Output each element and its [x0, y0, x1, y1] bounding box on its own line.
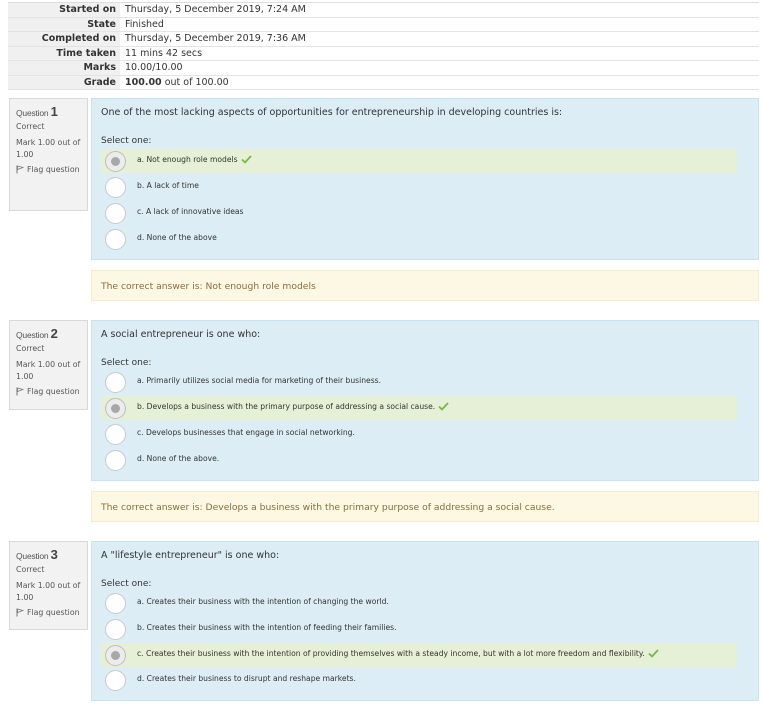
summary-value: 100.00 out of 100.00: [120, 74, 759, 90]
answer-label: d. None of the above: [137, 233, 217, 242]
question-text: A social entrepreneur is one who:: [101, 329, 261, 340]
answer-option[interactable]: b. Develops a business with the primary …: [101, 396, 737, 420]
flag-question-link[interactable]: Flag question: [16, 608, 81, 617]
answer-radio-checked[interactable]: [105, 150, 126, 172]
answer-option[interactable]: b. Creates their business with the inten…: [101, 617, 737, 641]
summary-label: Completed on: [8, 31, 120, 46]
answer-radio[interactable]: [105, 449, 126, 471]
question-2-content: A social entrepreneur is one who: Select…: [91, 320, 759, 481]
answer-option[interactable]: c. A lack of innovative ideas: [101, 201, 737, 225]
summary-row: Time taken 11 mins 42 secs: [8, 45, 759, 61]
answer-option[interactable]: c. Develops businesses that engage in so…: [101, 422, 737, 446]
question-1-info: Question 1 Correct Mark 1.00 out of 1.00…: [9, 98, 88, 211]
summary-label: Marks: [8, 60, 120, 75]
answer-radio[interactable]: [105, 371, 126, 393]
grade-max: out of 100.00: [161, 76, 229, 88]
grade-value: 100.00: [125, 76, 162, 88]
question-number: Question 3: [16, 547, 58, 562]
correct-answer-text: The correct answer is: Not enough role m…: [101, 281, 316, 292]
answer-label: d. None of the above.: [137, 454, 220, 463]
summary-row: State Finished: [8, 16, 759, 32]
flag-icon: [16, 387, 24, 396]
summary-value: 11 mins 42 secs: [120, 45, 759, 61]
answer-radio[interactable]: [105, 669, 126, 691]
summary-label: State: [8, 16, 120, 32]
question-text: One of the most lacking aspects of oppor…: [101, 107, 563, 118]
answer-radio[interactable]: [105, 176, 126, 198]
answer-radio-checked[interactable]: [105, 644, 126, 666]
answer-option[interactable]: c. Creates their business with the inten…: [101, 643, 737, 667]
answer-option[interactable]: b. A lack of time: [101, 175, 737, 199]
correct-answer-text: The correct answer is: Develops a busine…: [101, 502, 555, 513]
question-text: A "lifestyle entrepreneur" is one who:: [101, 550, 280, 561]
answer-label: c. A lack of innovative ideas: [137, 207, 244, 216]
question-1-feedback: The correct answer is: Not enough role m…: [91, 270, 759, 301]
checkmark-icon: [648, 649, 659, 658]
question-state: Correct: [16, 565, 45, 574]
summary-label: Time taken: [8, 45, 120, 61]
question-number: Question 2: [16, 326, 58, 341]
question-2-feedback: The correct answer is: Develops a busine…: [91, 491, 759, 522]
question-state: Correct: [16, 122, 45, 131]
select-one-prompt: Select one:: [101, 358, 152, 368]
summary-value: 10.00/10.00: [120, 60, 759, 75]
answer-label: c. Creates their business with the inten…: [137, 649, 645, 658]
answer-option[interactable]: a. Not enough role models: [101, 149, 737, 173]
answer-radio[interactable]: [105, 618, 126, 640]
flag-question-link[interactable]: Flag question: [16, 165, 81, 174]
question-mark: Mark 1.00 out of 1.00: [16, 360, 81, 381]
flag-icon: [16, 608, 24, 617]
answer-label: a. Not enough role models: [137, 155, 238, 164]
answer-label: b. Develops a business with the primary …: [137, 402, 436, 411]
summary-row: Completed on Thursday, 5 December 2019, 7…: [8, 31, 759, 46]
answer-option[interactable]: d. Creates their business to disrupt and…: [101, 668, 737, 692]
answer-radio[interactable]: [105, 228, 126, 250]
select-one-prompt: Select one:: [101, 136, 152, 146]
answer-radio[interactable]: [105, 202, 126, 224]
answer-label: a. Creates their business with the inten…: [137, 597, 389, 606]
summary-label: Grade: [8, 74, 120, 90]
question-3-content: A "lifestyle entrepreneur" is one who: S…: [91, 541, 759, 701]
question-1-content: One of the most lacking aspects of oppor…: [91, 98, 759, 260]
question-3-info: Question 3 Correct Mark 1.00 out of 1.00…: [9, 541, 88, 630]
answer-radio-checked[interactable]: [105, 397, 126, 419]
summary-value: Thursday, 5 December 2019, 7:36 AM: [120, 31, 759, 46]
answer-label: c. Develops businesses that engage in so…: [137, 428, 355, 437]
summary-value: Thursday, 5 December 2019, 7:24 AM: [120, 2, 759, 17]
answer-radio[interactable]: [105, 592, 126, 614]
answer-option[interactable]: a. Creates their business with the inten…: [101, 591, 737, 615]
answer-option[interactable]: d. None of the above.: [101, 448, 737, 472]
question-number: Question 1: [16, 104, 58, 119]
attempt-summary-table: Started on Thursday, 5 December 2019, 7:2…: [8, 2, 759, 90]
question-mark: Mark 1.00 out of 1.00: [16, 581, 81, 602]
summary-row: Started on Thursday, 5 December 2019, 7:2…: [8, 2, 759, 17]
flag-question-link[interactable]: Flag question: [16, 387, 81, 396]
select-one-prompt: Select one:: [101, 579, 152, 589]
answer-label: a. Primarily utilizes social media for m…: [137, 376, 382, 385]
question-mark: Mark 1.00 out of 1.00: [16, 138, 81, 159]
answer-option[interactable]: d. None of the above: [101, 227, 737, 251]
summary-value: Finished: [120, 16, 759, 32]
checkmark-icon: [240, 155, 252, 164]
question-2-info: Question 2 Correct Mark 1.00 out of 1.00…: [9, 320, 88, 410]
answer-label: d. Creates their business to disrupt and…: [137, 674, 356, 683]
answer-option[interactable]: a. Primarily utilizes social media for m…: [101, 370, 737, 394]
answer-radio[interactable]: [105, 423, 126, 445]
answer-label: b. Creates their business with the inten…: [137, 623, 397, 632]
summary-label: Started on: [8, 2, 120, 17]
question-state: Correct: [16, 344, 45, 353]
answer-label: b. A lack of time: [137, 181, 199, 190]
flag-icon: [16, 165, 24, 174]
summary-row: Grade 100.00 out of 100.00: [8, 74, 759, 90]
checkmark-icon: [438, 402, 449, 411]
summary-row: Marks 10.00/10.00: [8, 60, 759, 75]
